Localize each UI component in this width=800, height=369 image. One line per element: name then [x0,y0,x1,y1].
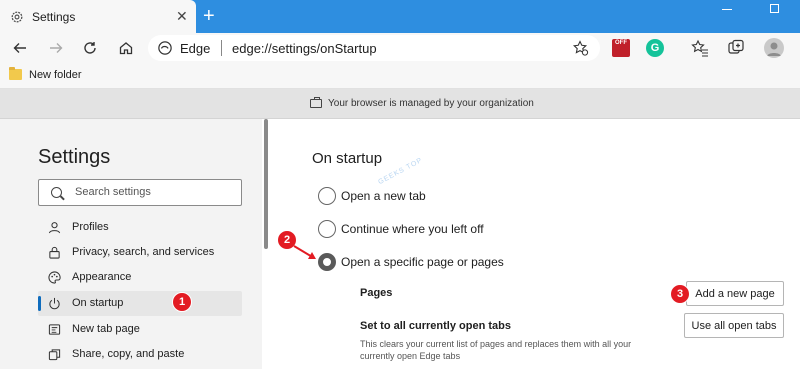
radio-label-open-new-tab: Open a new tab [341,189,426,203]
sidebar-scrollbar[interactable] [264,119,268,249]
lock-icon [49,246,60,259]
folder-icon [9,67,22,80]
sidebar-item-privacy[interactable]: Privacy, search, and services [38,240,242,265]
sidebar-item-profiles[interactable]: Profiles [38,215,242,240]
collections-icon[interactable] [727,39,745,57]
settings-sidebar: Settings Search settings Profiles Privac… [0,119,262,369]
forward-arrow-icon [50,43,63,53]
annotation-marker-3: 3 [670,284,690,304]
use-all-open-tabs-button[interactable]: Use all open tabs [684,313,784,338]
set-open-tabs-label: Set to all currently open tabs [360,320,511,332]
managed-banner-text: Your browser is managed by your organiza… [328,98,534,109]
tab-title: Settings [32,10,76,24]
favorites-bar: New folder [0,63,800,89]
sidebar-item-label: Appearance [72,271,132,283]
page-title: On startup [312,150,383,167]
ad-blocker-extension-icon[interactable]: OFF [612,39,630,57]
grammarly-extension-icon[interactable]: G [646,39,664,57]
radio-open-new-tab[interactable] [318,187,336,205]
annotation-arrow-icon [293,245,316,259]
gear-icon [11,11,23,23]
tab-strip: Settings ✕ + [0,0,800,33]
grammarly-letter: G [650,42,660,54]
sidebar-item-share-copy-paste[interactable]: Share, copy, and paste [38,342,242,367]
add-favorite-icon[interactable] [573,40,589,56]
add-new-page-button[interactable]: Add a new page [686,281,784,306]
back-button[interactable] [10,38,30,58]
home-button[interactable] [116,38,136,58]
radio-label-continue: Continue where you left off [341,222,484,236]
toolbar: Edge edge://settings/onStartup OFF G [0,33,800,63]
profile-avatar[interactable] [764,38,784,58]
address-bar[interactable]: Edge edge://settings/onStartup [148,35,600,61]
person-avatar-icon [767,42,781,56]
new-tab-icon [48,324,61,335]
share-icon [48,349,61,361]
search-placeholder: Search settings [75,186,151,198]
pages-label: Pages [360,287,393,299]
refresh-icon [84,42,96,54]
address-site-label: Edge [180,41,211,56]
favorites-folder-new-folder[interactable]: New folder [29,69,82,81]
managed-banner: Your browser is managed by your organiza… [0,89,800,119]
edge-logo-icon [158,41,172,55]
home-icon [119,42,133,55]
sidebar-item-on-startup[interactable]: On startup [38,291,242,316]
sidebar-item-appearance[interactable]: Appearance [38,265,242,290]
sidebar-item-label: Profiles [72,221,109,233]
sidebar-item-label: On startup [72,297,124,309]
favorites-icon[interactable] [691,39,709,57]
sidebar-item-label: Share, copy, and paste [72,348,185,360]
radio-continue-where-left-off[interactable] [318,220,336,238]
back-arrow-icon [13,43,26,53]
person-icon [48,222,61,234]
palette-icon [48,271,61,284]
set-open-tabs-description: This clears your current list of pages a… [360,339,632,361]
refresh-button[interactable] [80,38,100,58]
extension-off-badge: OFF [615,40,627,46]
sidebar-item-label: Privacy, search, and services [72,246,215,258]
sidebar-item-new-tab-page[interactable]: New tab page [38,317,242,342]
sidebar-item-label: New tab page [72,323,140,335]
annotation-marker-1: 1 [172,292,192,312]
forward-button[interactable] [46,38,66,58]
close-tab-icon[interactable]: ✕ [176,9,188,23]
search-settings-input[interactable]: Search settings [38,179,242,206]
watermark: GEEKS TOP [377,156,424,187]
address-url[interactable]: edge://settings/onStartup [232,41,377,56]
briefcase-icon [310,97,322,108]
tab-settings[interactable]: Settings ✕ [0,0,196,33]
radio-open-specific-pages[interactable] [318,253,336,271]
search-icon [51,187,62,198]
maximize-button[interactable] [770,4,779,13]
new-tab-button[interactable]: + [203,6,215,26]
power-icon [49,297,60,310]
address-divider [221,40,222,56]
radio-label-specific-pages: Open a specific page or pages [341,255,504,269]
sidebar-title: Settings [38,146,111,168]
minimize-button[interactable] [722,9,732,10]
